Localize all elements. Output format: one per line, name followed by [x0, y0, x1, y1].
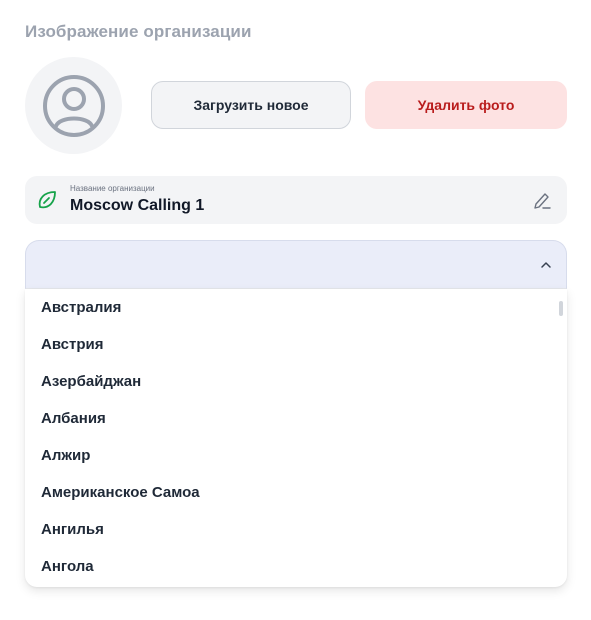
- country-option[interactable]: Ангилья: [25, 511, 567, 548]
- country-options: Австралия Австрия Азербайджан Албания Алжир А…: [25, 289, 567, 585]
- pencil-icon[interactable]: [531, 189, 553, 211]
- leaf-icon: [38, 191, 56, 209]
- dropdown-scrollbar[interactable]: [559, 301, 563, 316]
- delete-photo-button[interactable]: Удалить фото: [365, 81, 567, 129]
- country-option[interactable]: Алжир: [25, 437, 567, 474]
- user-circle-icon: [42, 74, 105, 137]
- country-option[interactable]: Австрия: [25, 326, 567, 363]
- chevron-up-icon[interactable]: [538, 257, 554, 273]
- org-name-value[interactable]: Moscow Calling 1: [70, 197, 204, 215]
- country-option[interactable]: Ангола: [25, 548, 567, 585]
- country-option[interactable]: Албания: [25, 400, 567, 437]
- country-option[interactable]: Американское Самоа: [25, 474, 567, 511]
- upload-photo-button[interactable]: Загрузить новое: [151, 81, 351, 129]
- org-name-field[interactable]: Название организации Moscow Calling 1: [25, 176, 567, 224]
- avatar: [25, 57, 122, 154]
- country-dropdown-list[interactable]: Австралия Австрия Азербайджан Албания Алжир А…: [25, 289, 567, 587]
- country-option[interactable]: Азербайджан: [25, 363, 567, 400]
- org-name-label: Название организации: [70, 184, 155, 193]
- country-select[interactable]: [25, 240, 567, 289]
- country-option[interactable]: Австралия: [25, 289, 567, 326]
- section-title: Изображение организации: [25, 22, 252, 41]
